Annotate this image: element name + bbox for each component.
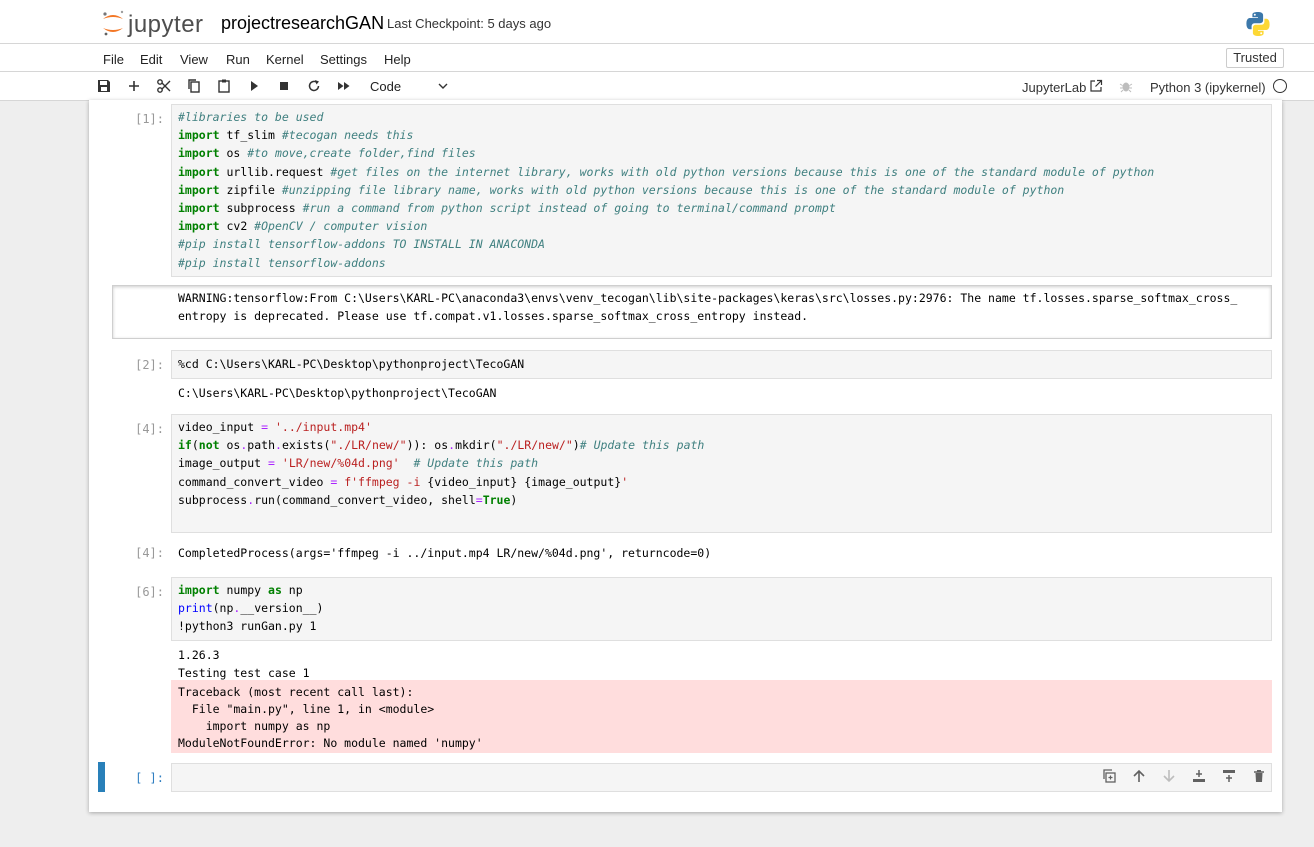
input-prompt: [1]:	[135, 112, 164, 126]
output-line: CompletedProcess(args='ffmpeg -i ../inpu…	[178, 546, 712, 560]
output-line: Traceback (most recent call last):	[178, 685, 414, 699]
code-line: %cd C:\Users\KARL-PC\Desktop\pythonproje…	[178, 357, 525, 371]
code-line: import numpy as np	[178, 583, 303, 597]
output-prompt: [4]:	[135, 546, 164, 560]
code-line: import tf_slim #tecogan needs this	[178, 128, 414, 143]
logo-text: jupyter	[128, 11, 204, 38]
header: jupyter projectresearchGAN Last Checkpoi…	[0, 0, 1314, 44]
run-icon[interactable]	[246, 78, 262, 94]
code-line: subprocess.run(command_convert_video, sh…	[178, 492, 518, 507]
input-prompt: [ ]:	[135, 771, 164, 785]
cell-type-select[interactable]: Code	[370, 79, 401, 94]
output-line: File "main.py", line 1, in <module>	[178, 702, 435, 716]
output-line: WARNING:tensorflow:From C:\Users\KARL-PC…	[178, 291, 1238, 305]
code-line: command_convert_video = f'ffmpeg -i {vid…	[178, 474, 629, 489]
insert-below-icon[interactable]	[1221, 768, 1237, 784]
menu-file[interactable]: File	[103, 52, 124, 67]
notebook-name[interactable]: projectresearchGAN	[221, 13, 384, 34]
code-cell-source[interactable]: import numpy as np print(np.__version__)!…	[178, 581, 323, 636]
output-line: C:\Users\KARL-PC\Desktop\pythonproject\T…	[178, 386, 497, 400]
jupyterlab-link[interactable]: JupyterLab	[1022, 80, 1086, 95]
stop-icon[interactable]	[276, 78, 292, 94]
code-line: video_input = '../input.mp4'	[178, 420, 372, 434]
paste-icon[interactable]	[216, 78, 232, 94]
input-prompt: [2]:	[135, 358, 164, 372]
code-line: #pip install tensorflow-addons TO INSTAL…	[178, 237, 545, 252]
add-icon[interactable]	[126, 78, 142, 94]
jupyter-logo[interactable]: jupyter	[100, 8, 210, 38]
menu-settings[interactable]: Settings	[320, 52, 367, 67]
delete-icon[interactable]	[1251, 768, 1267, 784]
copy-icon[interactable]	[186, 78, 202, 94]
save-icon[interactable]	[96, 78, 112, 94]
duplicate-icon[interactable]	[1101, 768, 1117, 784]
error-output-text: Traceback (most recent call last): File …	[178, 684, 483, 752]
chevron-down-icon[interactable]	[436, 79, 450, 93]
code-line: import zipfile #unzipping file library n…	[178, 182, 1065, 197]
code-line: !python3 runGan.py 1	[178, 619, 317, 634]
warning-output-text: WARNING:tensorflow:From C:\Users\KARL-PC…	[178, 289, 1237, 325]
menu-help[interactable]: Help	[384, 52, 411, 67]
code-line: import subprocess #run a command from py…	[178, 201, 836, 216]
menubar: File Edit View Run Kernel Settings Help …	[0, 44, 1314, 72]
move-up-icon[interactable]	[1131, 768, 1147, 784]
output-line: ModuleNotFoundError: No module named 'nu…	[178, 736, 483, 750]
menu-view[interactable]: View	[180, 52, 208, 67]
code-cell-input[interactable]	[171, 577, 1272, 641]
input-prompt: [4]:	[135, 422, 164, 436]
input-prompt: [6]:	[135, 585, 164, 599]
notebook-container: [1]: #libraries to be used import tf_slim…	[89, 100, 1282, 812]
output-line: 1.26.3	[178, 648, 220, 662]
cell-output: C:\Users\KARL-PC\Desktop\pythonproject\T…	[178, 384, 497, 402]
code-line: #libraries to be used	[178, 110, 324, 124]
kernel-status-icon	[1273, 79, 1287, 93]
output-line: entropy is deprecated. Please use tf.com…	[178, 309, 809, 324]
menu-kernel[interactable]: Kernel	[266, 52, 304, 67]
code-line: import os #to move,create folder,find fi…	[178, 146, 476, 161]
menu-edit[interactable]: Edit	[140, 52, 162, 67]
code-line: import cv2 #OpenCV / computer vision	[178, 219, 428, 234]
debugger-icon[interactable]	[1119, 79, 1133, 93]
code-line: import urllib.request #get files on the …	[178, 164, 1155, 179]
cell-output: CompletedProcess(args='ffmpeg -i ../inpu…	[178, 544, 711, 562]
code-line: #pip install tensorflow-addons	[178, 255, 386, 270]
cut-icon[interactable]	[156, 78, 172, 94]
code-cell-source[interactable]: #libraries to be used import tf_slim #tec…	[178, 108, 1154, 272]
toolbar: Code JupyterLab Python 3 (ipykernel)	[0, 72, 1314, 101]
code-cell-source[interactable]: video_input = '../input.mp4' if(not os.pa…	[178, 418, 704, 509]
code-line: image_output = 'LR/new/%04d.png' # Updat…	[178, 456, 539, 471]
code-line: print(np.__version__)	[178, 601, 324, 616]
jupyter-logo-icon	[103, 10, 124, 36]
trusted-indicator[interactable]: Trusted	[1226, 48, 1284, 68]
move-down-icon[interactable]	[1161, 768, 1177, 784]
cell-output: 1.26.3 Testing test case 1	[178, 646, 310, 682]
checkpoint-status: Last Checkpoint: 5 days ago	[387, 16, 552, 31]
external-link-icon[interactable]	[1089, 79, 1103, 93]
code-cell-source[interactable]: %cd C:\Users\KARL-PC\Desktop\pythonproje…	[178, 355, 524, 373]
python-logo-icon	[1246, 12, 1270, 36]
output-line: import numpy as np	[178, 719, 331, 733]
insert-above-icon[interactable]	[1191, 768, 1207, 784]
kernel-name[interactable]: Python 3 (ipykernel)	[1150, 80, 1266, 95]
restart-icon[interactable]	[306, 78, 322, 94]
code-line: if(not os.path.exists("./LR/new/")): os.…	[178, 438, 705, 453]
menu-run[interactable]: Run	[226, 52, 250, 67]
fast-forward-icon[interactable]	[336, 78, 352, 94]
